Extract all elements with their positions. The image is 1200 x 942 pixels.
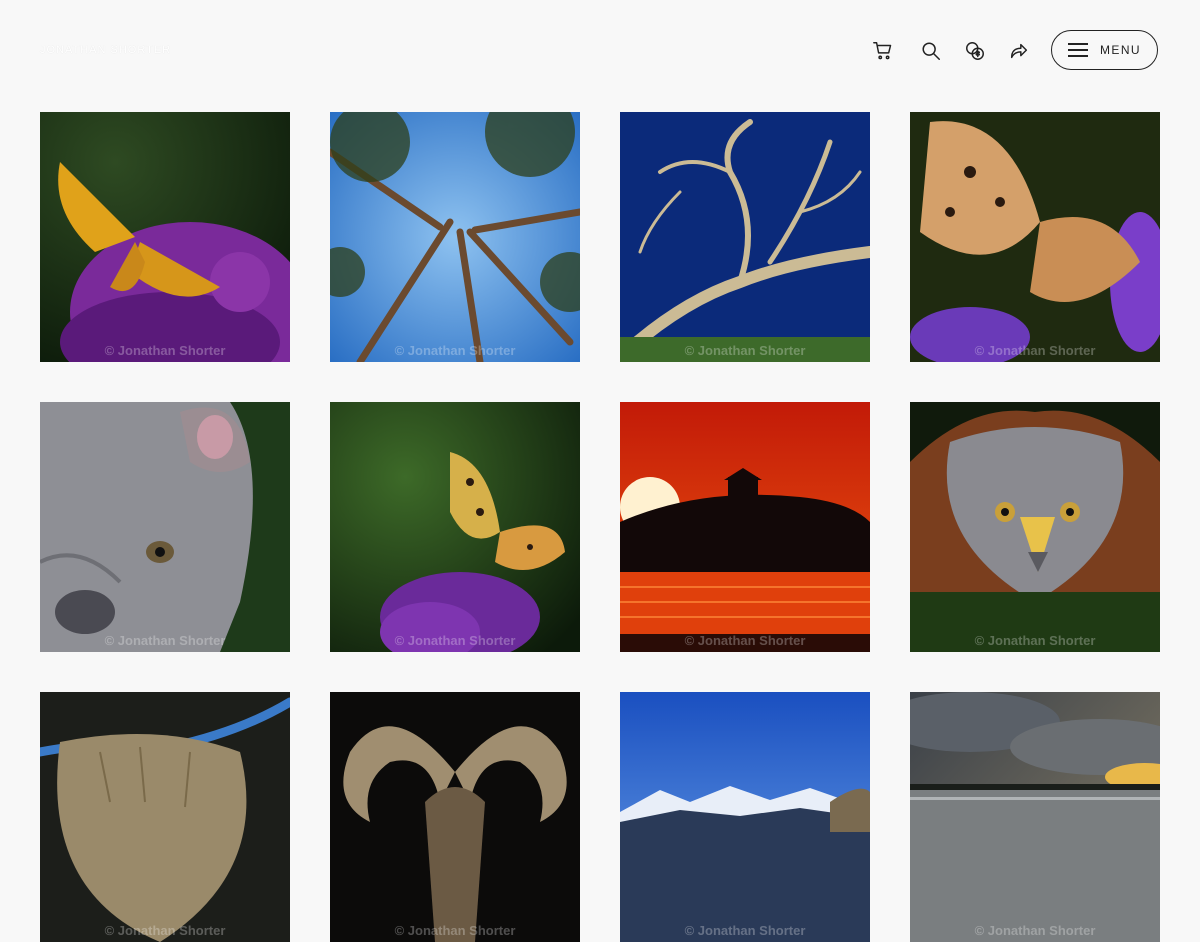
site-header: JONATHAN SHORTER MENU — [0, 0, 1200, 100]
photo-ram-horns — [330, 692, 580, 942]
photo-tile[interactable]: © Jonathan Shorter — [40, 402, 290, 652]
photo-tile[interactable]: © Jonathan Shorter — [330, 692, 580, 942]
cart-icon[interactable] — [870, 38, 896, 64]
photo-tile[interactable]: © Jonathan Shorter — [910, 402, 1160, 652]
hamburger-icon — [1068, 43, 1089, 57]
watermark: © Jonathan Shorter — [394, 923, 516, 938]
watermark: © Jonathan Shorter — [104, 343, 226, 358]
watermark: © Jonathan Shorter — [974, 633, 1096, 648]
watermark: © Jonathan Shorter — [394, 343, 516, 358]
photo-harris-hawk — [910, 402, 1160, 652]
photo-highland-cow — [40, 692, 290, 942]
photo-grid: © Jonathan Shorter © Jonathan Shorter © … — [40, 112, 1160, 942]
watermark: © Jonathan Shorter — [974, 923, 1096, 938]
photo-butterfly-buddleia — [330, 402, 580, 652]
photo-dead-tree — [620, 112, 870, 362]
photo-tile[interactable]: © Jonathan Shorter — [910, 112, 1160, 362]
menu-button[interactable]: MENU — [1051, 30, 1158, 70]
photo-french-bulldog — [40, 402, 290, 652]
photo-tile[interactable]: © Jonathan Shorter — [40, 692, 290, 942]
currency-icon[interactable] — [962, 38, 988, 64]
watermark: © Jonathan Shorter — [394, 633, 516, 648]
watermark: © Jonathan Shorter — [974, 343, 1096, 358]
photo-tile[interactable]: © Jonathan Shorter — [910, 692, 1160, 942]
watermark: © Jonathan Shorter — [684, 923, 806, 938]
watermark: © Jonathan Shorter — [684, 633, 806, 648]
watermark: © Jonathan Shorter — [104, 633, 226, 648]
photo-tile[interactable]: © Jonathan Shorter — [330, 112, 580, 362]
photo-tile[interactable]: © Jonathan Shorter — [620, 112, 870, 362]
photo-snowy-mountains — [620, 692, 870, 942]
photo-cloudy-lake — [910, 692, 1160, 942]
photo-pine-trees — [330, 112, 580, 362]
photo-tile[interactable]: © Jonathan Shorter — [40, 112, 290, 362]
photo-tile[interactable]: © Jonathan Shorter — [330, 402, 580, 652]
photo-tile[interactable]: © Jonathan Shorter — [620, 692, 870, 942]
photo-red-sunset — [620, 402, 870, 652]
photo-tile[interactable]: © Jonathan Shorter — [620, 402, 870, 652]
photo-butterfly-on-flower — [40, 112, 290, 362]
menu-label: MENU — [1100, 43, 1141, 57]
site-logo[interactable]: JONATHAN SHORTER — [40, 44, 171, 56]
search-icon[interactable] — [918, 38, 944, 64]
share-icon[interactable] — [1006, 38, 1032, 64]
watermark: © Jonathan Shorter — [684, 343, 806, 358]
watermark: © Jonathan Shorter — [104, 923, 226, 938]
photo-painted-lady — [910, 112, 1160, 362]
